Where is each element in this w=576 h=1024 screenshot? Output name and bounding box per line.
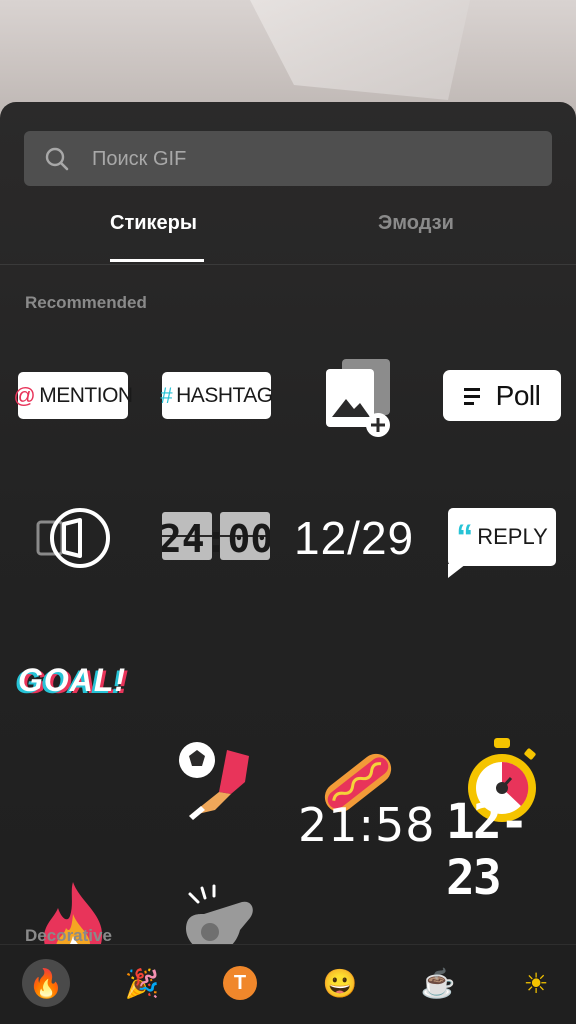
- date-slash-sticker[interactable]: 12/29: [294, 511, 414, 565]
- category-sun[interactable]: ☀: [512, 959, 560, 1007]
- at-symbol: @: [13, 382, 36, 408]
- grinning-face-icon: 😀: [322, 967, 358, 999]
- hash-symbol: #: [160, 382, 173, 408]
- hashtag-label: HASHTAG: [176, 383, 273, 407]
- flip-clock-sticker[interactable]: 24:00: [162, 512, 270, 560]
- football-boot-sticker-icon[interactable]: [175, 738, 255, 822]
- poll-lines-icon: [463, 387, 480, 405]
- goal-sticker[interactable]: GOAL!: [18, 662, 126, 699]
- gif-search-bar[interactable]: [24, 131, 552, 188]
- sticker-category-bar: 🔥 🎉 T 😀 ☕ ☀: [0, 944, 576, 1024]
- sticker-tabs: Стикеры Эмодзи: [0, 202, 576, 265]
- date-dash-sticker[interactable]: 12-23: [446, 794, 576, 906]
- reply-label: REPLY: [477, 524, 548, 549]
- tab-emoji[interactable]: Эмодзи: [378, 212, 454, 235]
- sticker-panel: Стикеры Эмодзи Recommended @ MENTION # H…: [0, 102, 576, 1024]
- mention-label: MENTION: [39, 383, 133, 407]
- active-tab-indicator: [110, 259, 204, 262]
- party-popper-icon: 🎉: [124, 967, 160, 999]
- category-fire[interactable]: 🔥: [22, 959, 70, 1007]
- category-party[interactable]: 🎉: [118, 959, 166, 1007]
- digital-time-sticker[interactable]: 21:58: [298, 798, 436, 852]
- category-smileys[interactable]: 😀: [316, 959, 364, 1007]
- category-text[interactable]: T: [216, 959, 264, 1007]
- add-photo-sticker-icon[interactable]: [322, 355, 398, 439]
- search-icon: [45, 147, 69, 171]
- gif-search-input[interactable]: [90, 131, 534, 188]
- coffee-icon: ☕: [420, 967, 456, 999]
- sun-icon: ☀: [523, 967, 549, 999]
- text-t-icon: T: [223, 966, 257, 1000]
- hashtag-sticker[interactable]: # HASHTAG: [160, 372, 273, 419]
- fire-icon: 🔥: [28, 967, 64, 999]
- reply-tail-shape: [448, 564, 466, 578]
- tab-stickers[interactable]: Стикеры: [110, 212, 197, 235]
- poll-sticker[interactable]: Poll: [443, 370, 561, 421]
- section-title-recommended: Recommended: [25, 293, 147, 312]
- category-coffee[interactable]: ☕: [414, 959, 462, 1007]
- mention-sticker[interactable]: @ MENTION: [13, 372, 133, 419]
- reply-sticker[interactable]: “ REPLY: [448, 508, 556, 578]
- selfie-frame-sticker-icon[interactable]: [34, 506, 112, 570]
- section-title-decorative: Decorative: [25, 926, 112, 945]
- reply-quote-mark: “: [456, 518, 474, 556]
- flip-clock-text: 24:00: [162, 517, 270, 560]
- poll-label: Poll: [495, 379, 541, 411]
